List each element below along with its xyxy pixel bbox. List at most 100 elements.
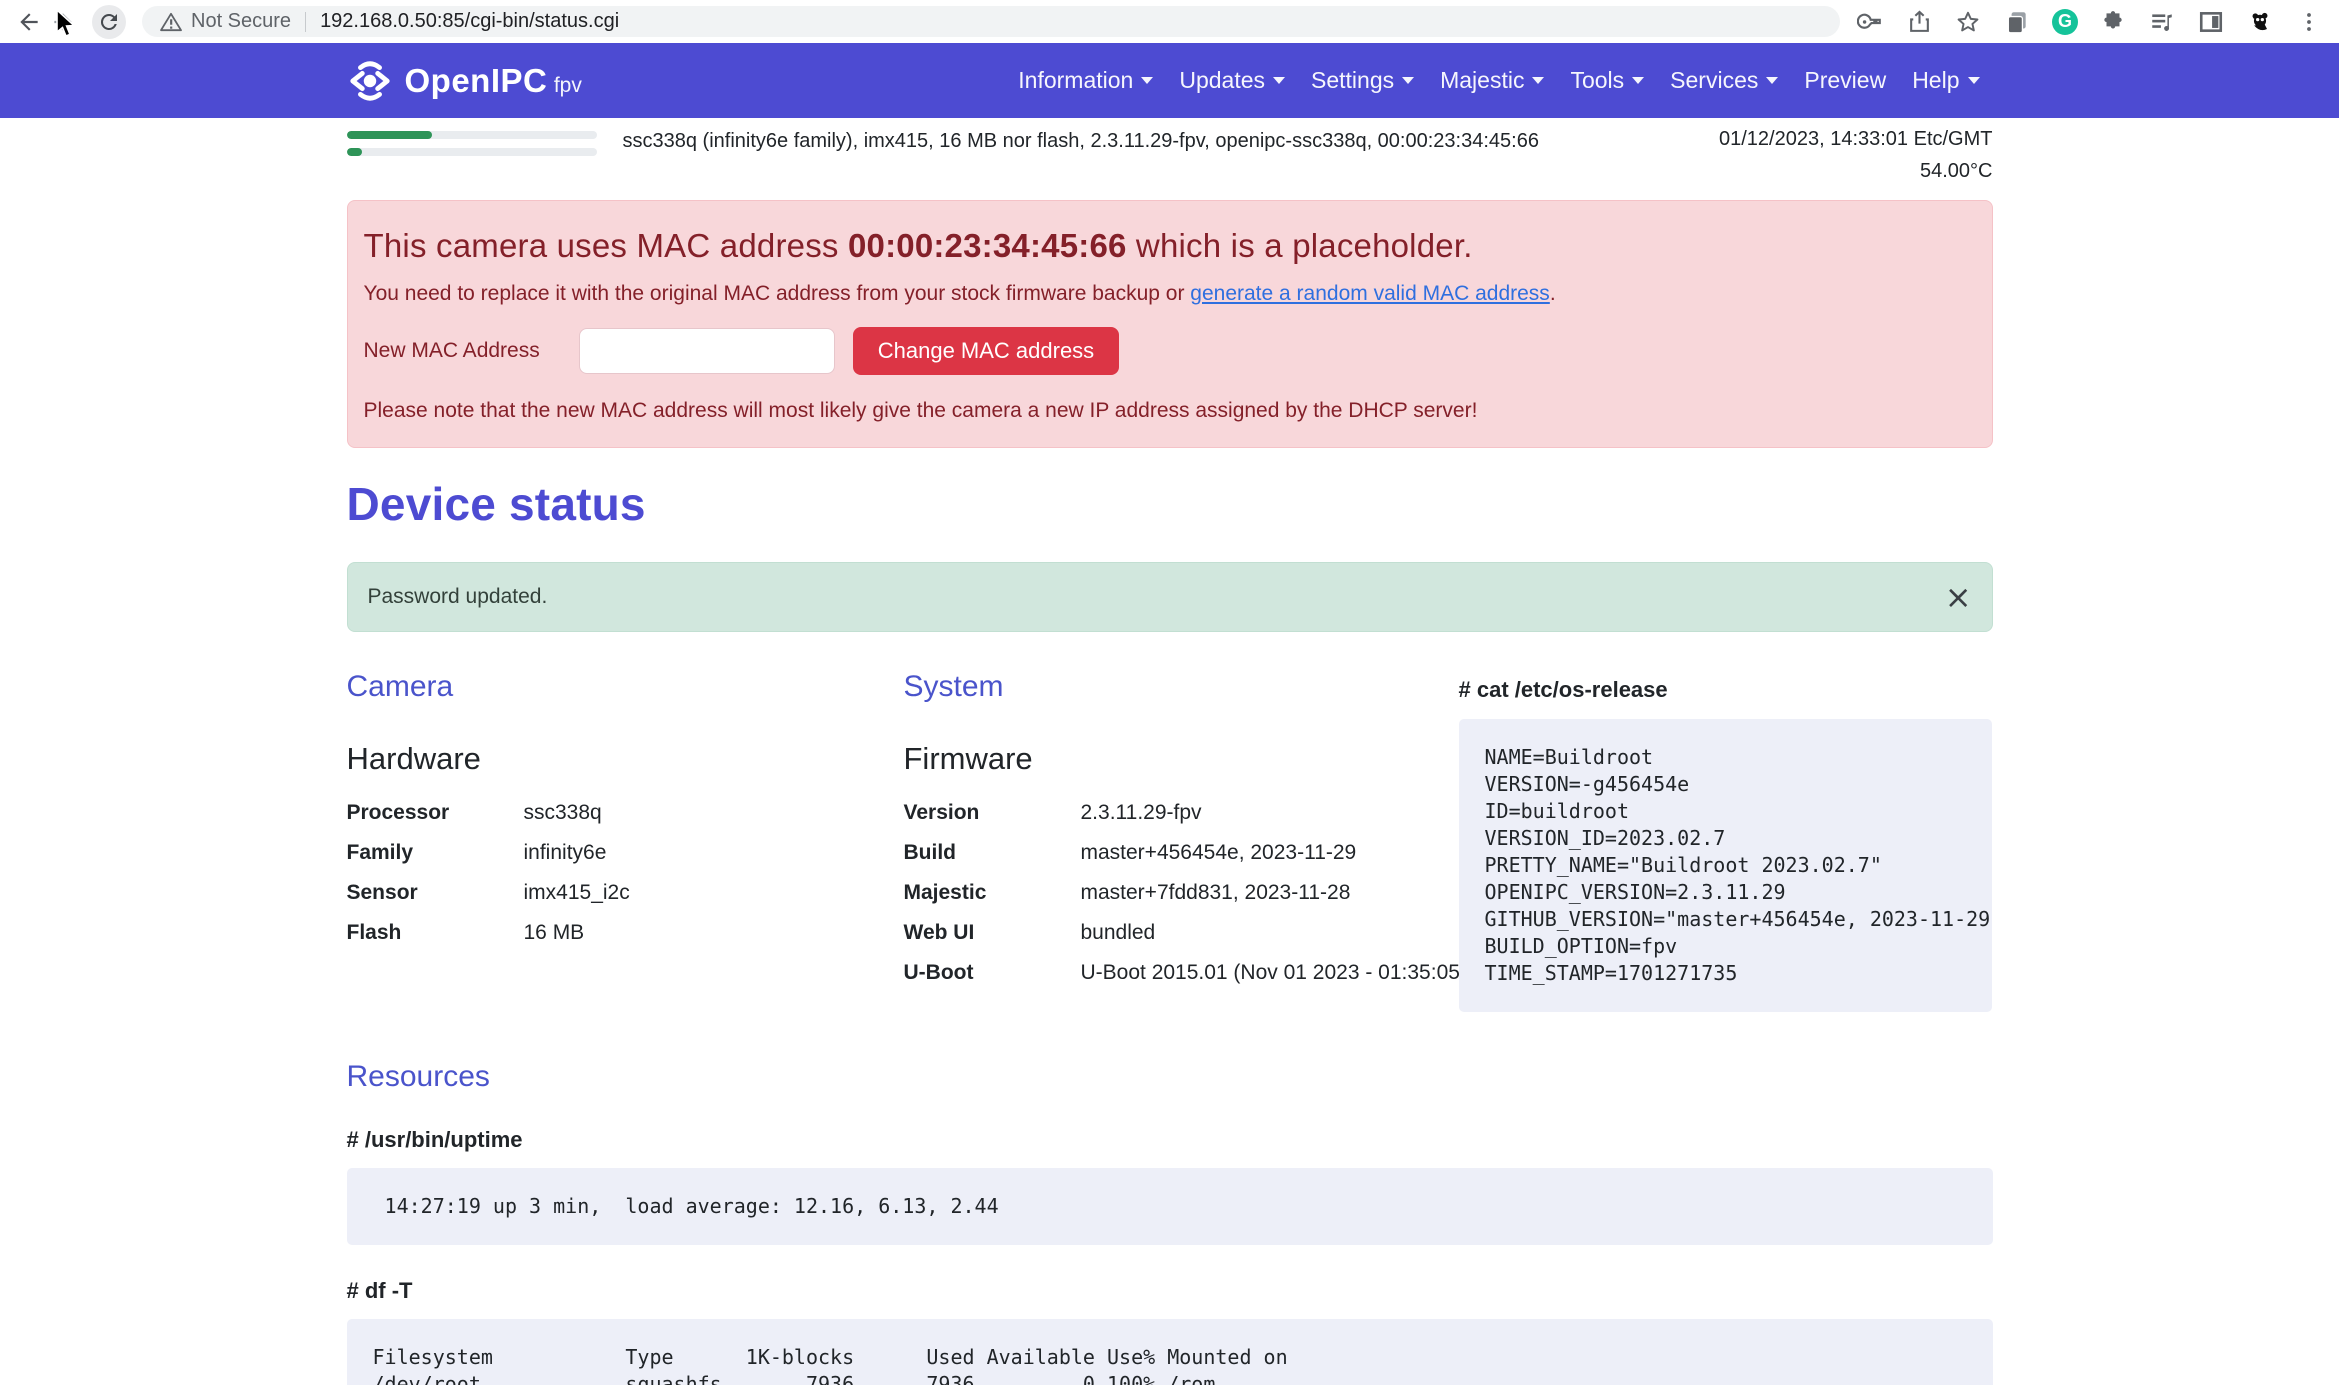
nav-label: Information <box>1018 67 1133 94</box>
browser-menu-icon[interactable] <box>2295 8 2323 36</box>
reload-icon <box>97 10 121 34</box>
url-text: 192.168.0.50:85/cgi-bin/status.cgi <box>320 10 619 33</box>
camera-heading: Camera <box>347 670 867 704</box>
nav-majestic[interactable]: Majestic <box>1427 67 1557 94</box>
pages-extension-icon[interactable] <box>2003 8 2031 36</box>
nav-menu: Information Updates Settings Majestic To… <box>1005 67 1992 94</box>
warning-triangle-icon <box>160 12 182 32</box>
table-row: U-BootU-Boot 2015.01 (Nov 01 2023 - 01:3… <box>904 953 1422 993</box>
hardware-heading: Hardware <box>347 741 867 777</box>
device-temperature: 54.00°C <box>1719 160 1993 183</box>
table-row: Sensorimx415_i2c <box>347 873 867 913</box>
progress-track-1 <box>347 131 597 139</box>
resource-progress-bars <box>347 128 597 156</box>
nav-label: Tools <box>1570 67 1624 94</box>
mac-warning-title: This camera uses MAC address 00:00:23:34… <box>364 227 1976 265</box>
page-title: Device status <box>347 477 1993 531</box>
nav-label: Preview <box>1804 67 1886 94</box>
mac-warning-body: You need to replace it with the original… <box>364 282 1976 306</box>
openipc-logo[interactable]: OpenIPC fpv <box>347 58 582 104</box>
brand-suffix: fpv <box>554 74 582 97</box>
nav-information[interactable]: Information <box>1005 67 1166 94</box>
chevron-down-icon <box>1402 77 1414 84</box>
os-release-output: NAME=Buildroot VERSION=-g456454e ID=buil… <box>1459 719 1992 1012</box>
address-bar[interactable]: Not Secure 192.168.0.50:85/cgi-bin/statu… <box>142 6 1840 37</box>
progress-track-2 <box>347 148 597 156</box>
password-key-icon[interactable] <box>1856 8 1884 36</box>
reload-button[interactable] <box>92 5 126 39</box>
nav-preview[interactable]: Preview <box>1791 67 1899 94</box>
grammarly-extension-icon[interactable]: G <box>2052 9 2078 35</box>
device-status-bar: ssc338q (infinity6e family), imx415, 16 … <box>347 128 1993 183</box>
mac-dhcp-note: Please note that the new MAC address wil… <box>364 399 1976 423</box>
nav-tools[interactable]: Tools <box>1557 67 1657 94</box>
df-output: Filesystem Type 1K-blocks Used Available… <box>347 1319 1993 1385</box>
table-row: Buildmaster+456454e, 2023-11-29 <box>904 833 1422 873</box>
security-status[interactable]: Not Secure <box>160 10 291 33</box>
progress-fill-2 <box>347 148 362 156</box>
chevron-down-icon <box>1532 77 1544 84</box>
device-datetime: 01/12/2023, 14:33:01 Etc/GMT <box>1719 128 1993 151</box>
table-row: Version2.3.11.29-fpv <box>904 793 1422 833</box>
table-row: Flash16 MB <box>347 913 867 953</box>
nav-label: Majestic <box>1440 67 1524 94</box>
music-queue-extension-icon[interactable] <box>2148 8 2176 36</box>
system-section: System Firmware Version2.3.11.29-fpv Bui… <box>904 670 1422 993</box>
table-row: Familyinfinity6e <box>347 833 867 873</box>
nav-label: Services <box>1670 67 1758 94</box>
share-icon[interactable] <box>1905 8 1933 36</box>
uptime-command: # /usr/bin/uptime <box>347 1127 1993 1153</box>
table-row: Majesticmaster+7fdd831, 2023-11-28 <box>904 873 1422 913</box>
chevron-down-icon <box>1141 77 1153 84</box>
address-divider <box>305 12 306 32</box>
back-button[interactable] <box>12 5 46 39</box>
nav-label: Updates <box>1179 67 1265 94</box>
uptime-output: 14:27:19 up 3 min, load average: 12.16, … <box>347 1168 1993 1245</box>
new-mac-input[interactable] <box>579 328 835 374</box>
sidebar-extension-icon[interactable] <box>2197 8 2225 36</box>
new-mac-label: New MAC Address <box>364 339 540 363</box>
os-release-section: # cat /etc/os-release NAME=Buildroot VER… <box>1459 670 1992 1012</box>
extensions-puzzle-icon[interactable] <box>2099 8 2127 36</box>
device-summary: ssc338q (infinity6e family), imx415, 16 … <box>623 128 1539 153</box>
bookmark-star-icon[interactable] <box>1954 8 1982 36</box>
toolbar-extensions: G <box>1856 8 2327 36</box>
df-command: # df -T <box>347 1278 1993 1304</box>
chevron-down-icon <box>1632 77 1644 84</box>
panda-extension-icon[interactable] <box>2246 8 2274 36</box>
nav-updates[interactable]: Updates <box>1166 67 1298 94</box>
system-heading: System <box>904 670 1422 704</box>
mouse-cursor <box>54 9 80 39</box>
chevron-down-icon <box>1273 77 1285 84</box>
hardware-table: Processorssc338q Familyinfinity6e Sensor… <box>347 793 867 953</box>
alert-message: Password updated. <box>368 585 548 609</box>
camera-section: Camera Hardware Processorssc338q Familyi… <box>347 670 867 953</box>
nav-help[interactable]: Help <box>1899 67 1992 94</box>
back-arrow-icon <box>16 9 42 35</box>
brand-name: OpenIPC <box>405 62 548 99</box>
resources-section: Resources # /usr/bin/uptime 14:27:19 up … <box>347 1060 1993 1385</box>
password-updated-alert: Password updated. × <box>347 562 1993 632</box>
chevron-down-icon <box>1766 77 1778 84</box>
firmware-table: Version2.3.11.29-fpv Buildmaster+456454e… <box>904 793 1422 993</box>
nav-label: Settings <box>1311 67 1394 94</box>
table-row: Web UIbundled <box>904 913 1422 953</box>
generate-mac-link[interactable]: generate a random valid MAC address <box>1190 282 1550 305</box>
os-release-command: # cat /etc/os-release <box>1459 677 1992 703</box>
nav-label: Help <box>1912 67 1959 94</box>
mac-address-value: 00:00:23:34:45:66 <box>848 227 1127 264</box>
nav-services[interactable]: Services <box>1657 67 1791 94</box>
nav-settings[interactable]: Settings <box>1298 67 1427 94</box>
mac-form: New MAC Address Change MAC address <box>364 327 1976 375</box>
firmware-heading: Firmware <box>904 741 1422 777</box>
close-icon[interactable]: × <box>1945 581 1972 613</box>
change-mac-button[interactable]: Change MAC address <box>853 327 1119 375</box>
browser-toolbar: Not Secure 192.168.0.50:85/cgi-bin/statu… <box>0 0 2339 43</box>
mac-warning-alert: This camera uses MAC address 00:00:23:34… <box>347 200 1993 448</box>
progress-fill-1 <box>347 131 432 139</box>
security-label: Not Secure <box>191 10 291 33</box>
app-navbar: OpenIPC fpv Information Updates Settings… <box>0 43 2339 118</box>
resources-heading: Resources <box>347 1060 1993 1094</box>
table-row: Processorssc338q <box>347 793 867 833</box>
openipc-eye-icon <box>347 58 393 104</box>
